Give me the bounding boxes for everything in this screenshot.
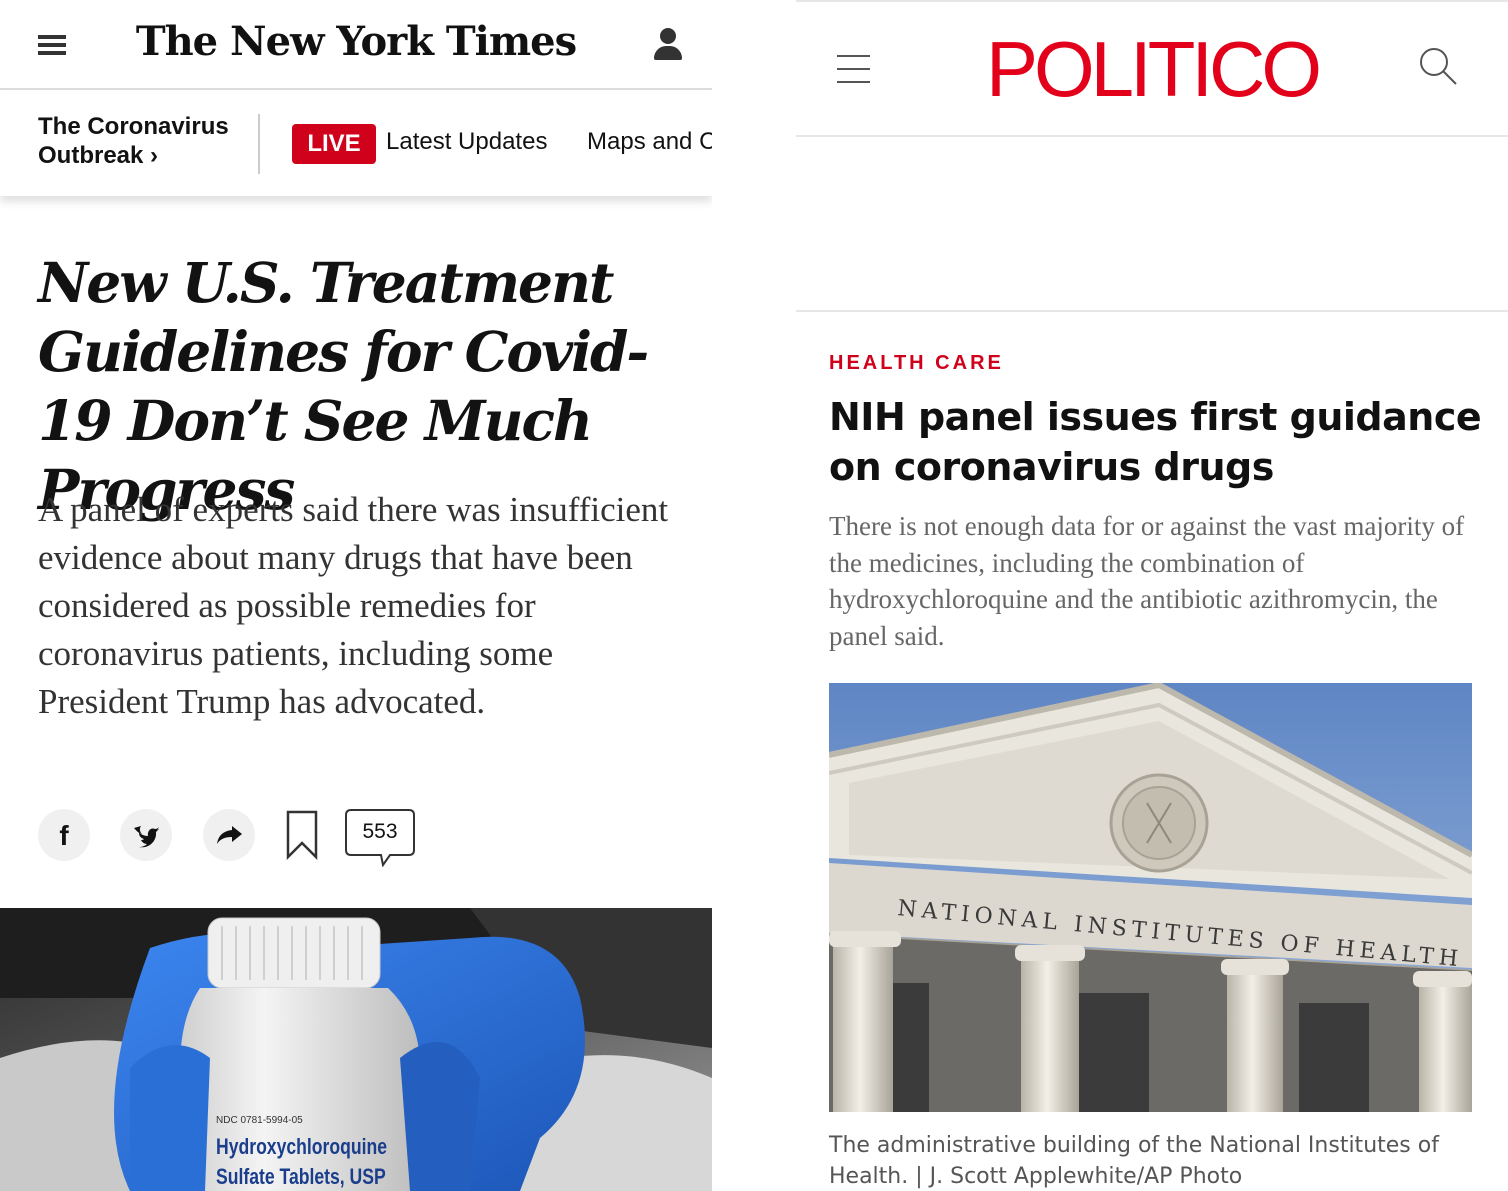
live-badge[interactable]: LIVE (292, 124, 376, 164)
bottle-ndc-text: NDC 0781-5994-05 (216, 1115, 303, 1126)
politico-logo[interactable]: POLITICO (796, 26, 1508, 112)
nyt-header: The New York Times (0, 0, 712, 90)
article-headline: NIH panel issues first guidance on coron… (829, 395, 1482, 489)
user-icon[interactable] (652, 28, 684, 62)
panel-gap (712, 0, 796, 1191)
article-dek: There is not enough data for or against … (829, 511, 1465, 651)
comments-button[interactable]: 553 (345, 809, 415, 867)
article-photo: NDC 0781-5994-05 Hydroxychloroquine Sulf… (0, 908, 712, 1191)
article-summary: A panel of experts said there was insuff… (38, 490, 669, 721)
svg-text:f: f (59, 820, 69, 851)
header-divider (796, 135, 1508, 137)
photo-caption: The administrative building of the Natio… (829, 1133, 1439, 1189)
section-kicker[interactable]: HEALTH CARE (829, 352, 1004, 375)
nav-divider (258, 114, 260, 174)
nav-item-maps[interactable]: Maps and C (587, 128, 712, 156)
comment-count: 553 (362, 820, 398, 843)
bottle-label-line2: Sulfate Tablets, USP (216, 1165, 386, 1189)
article-photo: NATIONAL INSTITUTES OF HEALTH (829, 683, 1472, 1112)
nyt-section-nav: The Coronavirus Outbreak › LIVE Latest U… (0, 92, 712, 196)
top-border (796, 0, 1508, 2)
section-link-coronavirus[interactable]: The Coronavirus Outbreak › (38, 112, 248, 170)
bottle-label-line1: Hydroxychloroquine (216, 1135, 387, 1159)
twitter-icon[interactable] (120, 809, 172, 861)
politico-panel: POLITICO HEALTH CARE NIH panel issues fi… (796, 0, 1508, 1191)
nyt-panel: The New York Times The Coronavirus Outbr… (0, 0, 712, 1191)
facebook-icon[interactable]: f (38, 809, 90, 861)
share-icon[interactable] (203, 809, 255, 861)
ad-slot-divider (796, 310, 1508, 312)
nyt-logo[interactable]: The New York Times (0, 18, 712, 65)
bookmark-icon[interactable] (286, 810, 318, 861)
search-icon[interactable] (1418, 46, 1458, 86)
article-headline: New U.S. Treatment Guidelines for Covid-… (38, 250, 649, 522)
nav-item-latest-updates[interactable]: Latest Updates (386, 128, 547, 156)
